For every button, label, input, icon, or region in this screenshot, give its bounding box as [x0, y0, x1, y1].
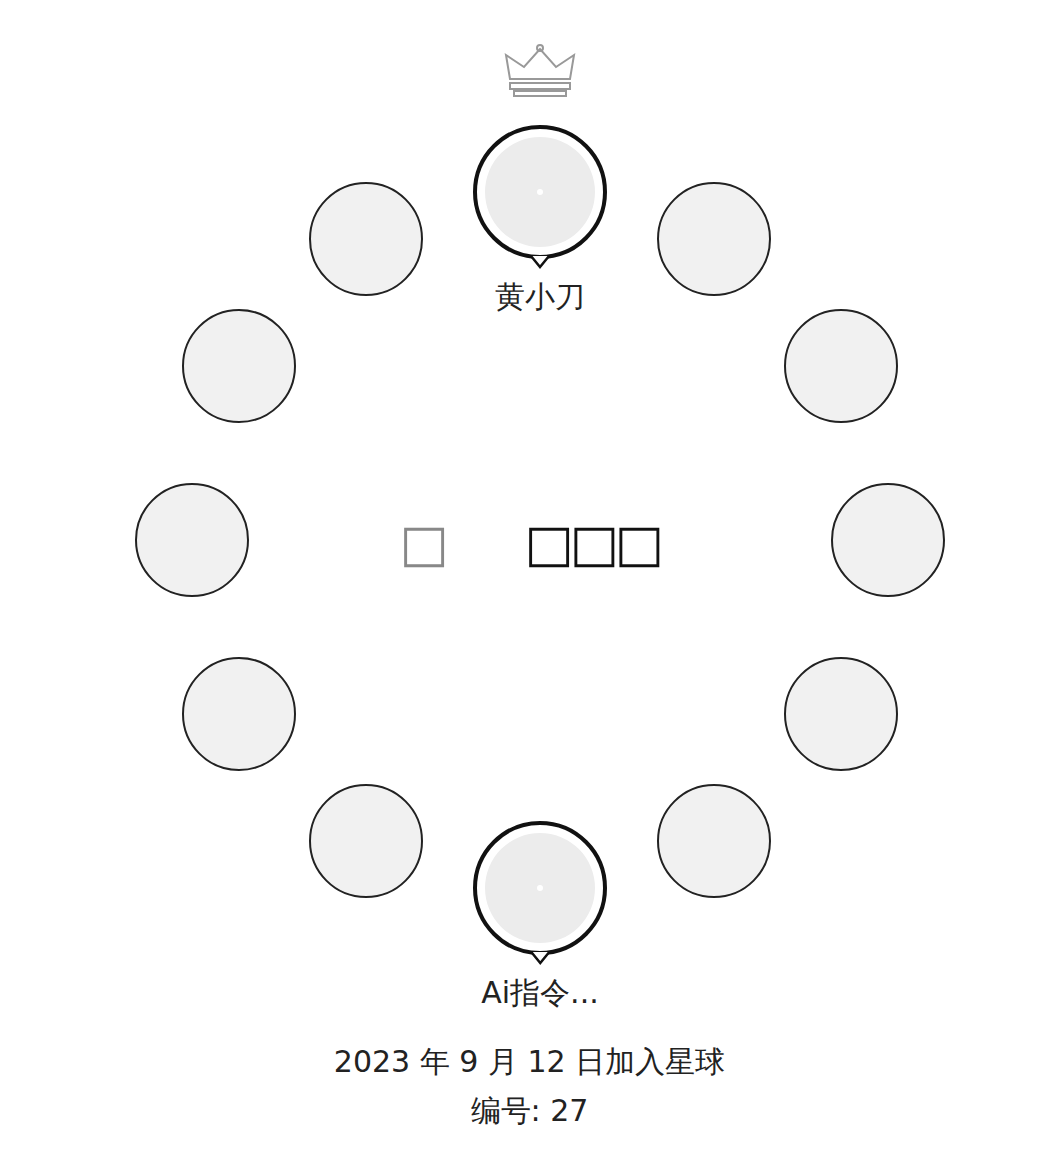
member-avatar[interactable] — [784, 657, 898, 771]
center-mark: □□□ — [524, 512, 659, 574]
member-avatar[interactable] — [309, 182, 423, 296]
center-marks: □□□□ — [0, 512, 1059, 574]
member-name: Ai指令... — [481, 973, 598, 1012]
member-avatar[interactable] — [473, 125, 607, 259]
pointer-icon — [530, 951, 550, 965]
member-avatar[interactable] — [831, 483, 945, 597]
member-avatar[interactable] — [784, 309, 898, 423]
pointer-icon — [530, 255, 550, 269]
join-info: 2023 年 9 月 12 日加入星球编号: 27 — [334, 1042, 725, 1130]
join-date: 2023 年 9 月 12 日加入星球 — [334, 1042, 725, 1081]
member-avatar[interactable] — [657, 182, 771, 296]
member-name: 黄小刀 — [495, 277, 585, 316]
member-avatar[interactable] — [182, 309, 296, 423]
member-avatar[interactable] — [182, 657, 296, 771]
member-ring: 黄小刀Ai指令...□□□□ — [0, 0, 1059, 1042]
member-avatar[interactable] — [135, 483, 249, 597]
member-label: Ai指令... — [481, 951, 598, 1012]
member-number: 编号: 27 — [471, 1091, 589, 1130]
member-avatar[interactable] — [473, 821, 607, 955]
center-mark: □ — [399, 512, 444, 574]
member-label: 黄小刀 — [495, 255, 585, 316]
member-avatar[interactable] — [309, 784, 423, 898]
crown-icon — [500, 43, 580, 99]
planet-member-card: 黄小刀Ai指令...□□□□2023 年 9 月 12 日加入星球编号: 27 — [0, 0, 1059, 1168]
member-avatar[interactable] — [657, 784, 771, 898]
